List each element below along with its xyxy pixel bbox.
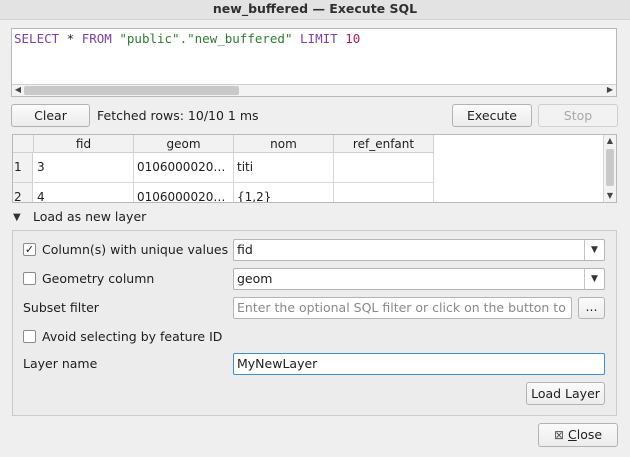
table-cell[interactable]: 0106000020… (134, 183, 234, 202)
load-section-title[interactable]: Load as new layer (33, 209, 146, 225)
sql-keyword-limit: LIMIT (300, 31, 338, 46)
row-number[interactable]: 1 (13, 153, 33, 183)
unique-values-checkbox[interactable]: ✓ (23, 243, 36, 256)
sql-limit-value: 10 (345, 31, 361, 46)
table-vertical-scrollbar[interactable]: ▲ ▼ (603, 135, 616, 202)
unique-column-value: fid (237, 242, 253, 257)
scroll-up-icon[interactable]: ▲ (604, 135, 616, 147)
sql-dot: . (179, 31, 188, 46)
scroll-down-icon[interactable]: ▼ (604, 190, 616, 202)
avoid-select-label[interactable]: Avoid selecting by feature ID (42, 329, 222, 345)
checkmark-icon: ✓ (24, 243, 35, 256)
collapse-arrow-icon[interactable]: ▼ (13, 210, 21, 226)
table-cell[interactable]: {1,2} (234, 183, 334, 202)
sql-table: "new_buffered" (187, 31, 293, 46)
avoid-select-checkbox[interactable] (23, 330, 36, 343)
chevron-down-icon[interactable]: ▼ (584, 269, 604, 289)
subset-filter-label: Subset filter (23, 300, 99, 315)
row-number[interactable]: 2 (13, 183, 33, 202)
editor-horizontal-scrollbar[interactable]: ◀ ▶ (12, 84, 616, 96)
sql-keyword-from: FROM (81, 31, 112, 46)
layer-name-input[interactable]: MyNewLayer (233, 353, 605, 375)
sql-keyword-select: SELECT (14, 31, 60, 46)
close-icon: ⊠ (553, 428, 564, 442)
column-header-geom[interactable]: geom (134, 135, 234, 153)
scroll-left-icon[interactable]: ◀ (12, 84, 24, 96)
sql-editor[interactable]: SELECT * FROM "public"."new_buffered" LI… (11, 28, 617, 97)
geometry-column-select[interactable]: geom ▼ (233, 268, 605, 290)
table-cell[interactable]: titi (234, 153, 334, 183)
results-table[interactable]: fid geom nom ref_enfant 1 3 0106000020… … (12, 134, 617, 203)
table-cell[interactable]: 4 (34, 183, 134, 202)
window-title: new_buffered — Execute SQL (0, 0, 630, 20)
layer-name-label: Layer name (23, 356, 98, 371)
sql-star: * (59, 31, 82, 46)
subset-filter-button[interactable]: ... (578, 297, 605, 319)
table-cell[interactable] (334, 153, 434, 183)
geometry-column-value: geom (237, 271, 273, 286)
sql-code[interactable]: SELECT * FROM "public"."new_buffered" LI… (14, 31, 360, 47)
fetch-status: Fetched rows: 10/10 1 ms (97, 108, 259, 123)
geometry-column-label[interactable]: Geometry column (42, 271, 154, 287)
scroll-thumb[interactable] (24, 86, 239, 95)
column-header-fid[interactable]: fid (34, 135, 134, 153)
table-corner (13, 135, 34, 153)
geometry-column-checkbox[interactable] (23, 272, 36, 285)
subset-filter-placeholder: Enter the optional SQL filter or click o… (237, 300, 572, 315)
subset-filter-input[interactable]: Enter the optional SQL filter or click o… (233, 297, 572, 319)
table-cell[interactable]: 0106000020… (134, 153, 234, 183)
close-mnemonic: C (567, 427, 577, 442)
table-cell[interactable]: 3 (34, 153, 134, 183)
load-layer-button[interactable]: Load Layer (526, 382, 605, 405)
column-header-nom[interactable]: nom (234, 135, 334, 153)
scroll-right-icon[interactable]: ▶ (604, 84, 616, 96)
clear-button[interactable]: Clear (11, 104, 90, 127)
unique-column-select[interactable]: fid ▼ (233, 239, 605, 261)
stop-button: Stop (538, 104, 618, 127)
table-cell[interactable] (334, 183, 434, 202)
sql-schema: "public" (119, 31, 180, 46)
close-label-rest: lose (576, 427, 603, 442)
chevron-down-icon[interactable]: ▼ (584, 240, 604, 260)
close-button[interactable]: ⊠ Close (538, 423, 618, 447)
scroll-thumb[interactable] (606, 149, 614, 186)
column-header-ref-enfant[interactable]: ref_enfant (334, 135, 434, 153)
unique-values-label[interactable]: Column(s) with unique values (42, 242, 228, 258)
execute-button[interactable]: Execute (452, 104, 532, 127)
